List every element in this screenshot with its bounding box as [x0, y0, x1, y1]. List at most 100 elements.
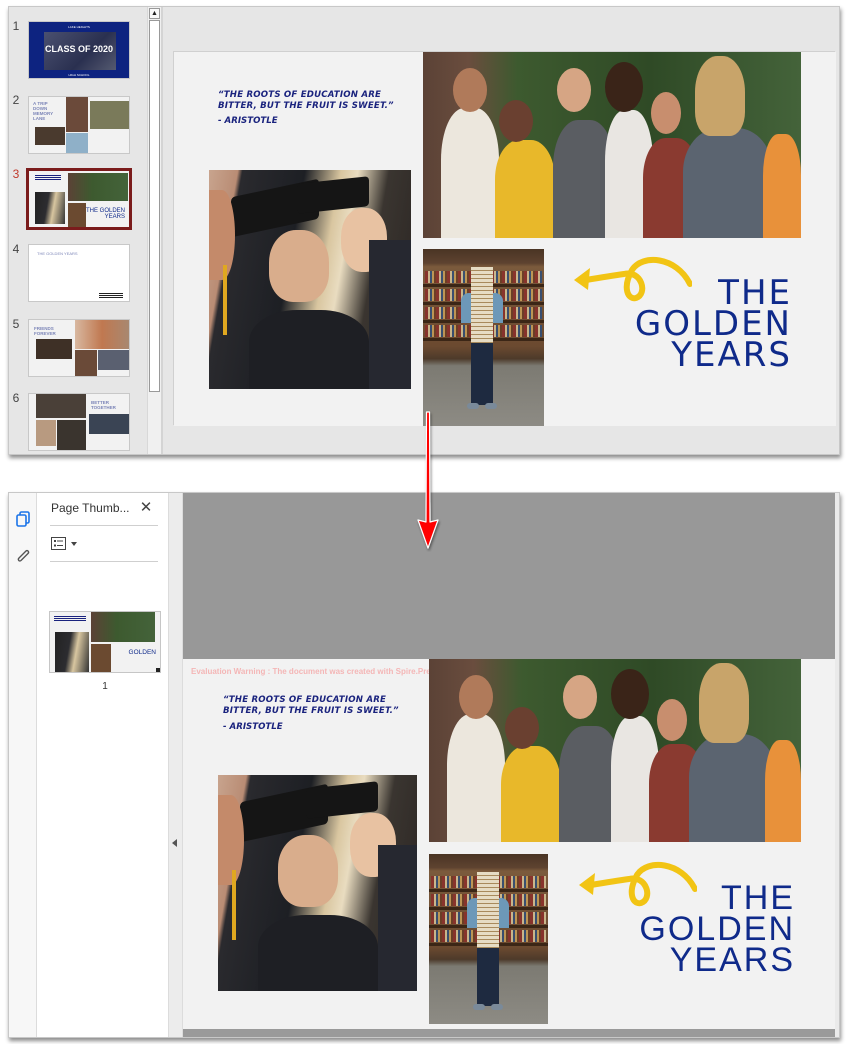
slide-number: 3 — [12, 167, 20, 181]
shoe — [491, 1004, 503, 1010]
pane-divider[interactable] — [161, 7, 163, 454]
thumb-photo — [36, 420, 56, 446]
graduates-photo — [218, 775, 417, 991]
student-head — [605, 62, 643, 112]
students-photo[interactable] — [423, 52, 801, 238]
student-head — [563, 675, 597, 719]
thumb-photo — [68, 203, 86, 227]
book-stack — [471, 267, 493, 343]
slide-thumbnail-2[interactable]: A TRIP DOWN MEMORY LANE — [28, 96, 130, 154]
thumb-photo — [91, 612, 155, 642]
face — [278, 835, 338, 907]
thumb-title: CLASS OF 2020 — [44, 44, 114, 54]
gown — [249, 310, 369, 389]
thumb-photo — [68, 173, 128, 201]
quote-line-1: “THE ROOTS OF EDUCATION ARE — [223, 695, 387, 705]
student-head — [459, 675, 493, 719]
quote-author: - ARISTOTLE — [223, 722, 283, 732]
person-jeans — [477, 948, 499, 1006]
pdf-page-1: Evaluation Warning : The document was cr… — [183, 659, 835, 1029]
slide-thumbnail-6[interactable]: BETTER TOGETHER — [28, 393, 130, 451]
thumb-corner-marker — [156, 668, 160, 672]
thumb-quote — [54, 616, 86, 621]
thumb-text — [99, 293, 123, 298]
slide-number: 6 — [12, 391, 20, 405]
thumb-photo — [57, 420, 86, 450]
quote-text: “THE ROOTS OF EDUCATION ARE BITTER, BUT … — [223, 695, 453, 717]
title-line-years: YEARS — [669, 941, 795, 979]
graduates-photo[interactable] — [209, 170, 411, 389]
page-bottom-gap — [183, 1029, 835, 1037]
slide-thumbnail-pane: 1 LAKE HEIGHTS CLASS OF 2020 HIGH SCHOOL… — [9, 7, 147, 454]
library-books-photo[interactable] — [423, 249, 544, 426]
chevron-down-icon — [71, 542, 77, 546]
student-head — [557, 68, 591, 112]
thumb-text-bottom: HIGH SCHOOL — [68, 73, 90, 77]
thumb-photo — [98, 350, 129, 370]
slide-thumbnail-1[interactable]: LAKE HEIGHTS CLASS OF 2020 HIGH SCHOOL — [28, 21, 130, 79]
slide-thumbnail-4[interactable]: THE GOLDEN YEARS — [28, 244, 130, 302]
thumb-photo — [66, 97, 88, 132]
document-view[interactable]: Evaluation Warning : The document was cr… — [183, 493, 835, 1037]
student-head — [505, 707, 539, 749]
student-head — [499, 100, 533, 142]
slide-3: “THE ROOTS OF EDUCATION ARE BITTER, BUT … — [174, 52, 836, 426]
quote-text[interactable]: “THE ROOTS OF EDUCATION ARE BITTER, BUT … — [218, 90, 448, 112]
slide-title: THE GOLDEN YEARS — [639, 881, 795, 979]
slide-thumbnail-3[interactable]: THE GOLDEN YEARS — [26, 168, 132, 230]
close-icon[interactable]: ✕ — [139, 498, 153, 516]
student-head — [611, 669, 649, 719]
student — [441, 108, 499, 238]
thumb-photo — [66, 133, 88, 153]
pdf-viewer-window: Page Thumb... ✕ GOLDEN 1 Evaluation Warn… — [8, 492, 840, 1038]
thumb-photo — [35, 127, 65, 145]
student — [501, 746, 561, 842]
slide-number: 1 — [12, 19, 20, 33]
divider — [50, 561, 158, 562]
quote-author[interactable]: - ARISTOTLE — [218, 116, 278, 126]
thumb-title: THE GOLDEN YEARS — [37, 251, 78, 256]
gown — [369, 240, 411, 389]
page-gap-background — [183, 493, 835, 659]
thumb-photo — [75, 350, 97, 376]
thumb-quote — [35, 175, 61, 181]
student — [495, 140, 555, 238]
thumb-title: GOLDEN — [128, 649, 156, 656]
divider — [50, 525, 158, 526]
pdf-page-thumbnail-1[interactable]: GOLDEN — [49, 611, 161, 673]
powerpoint-window: 1 LAKE HEIGHTS CLASS OF 2020 HIGH SCHOOL… — [8, 6, 840, 455]
scroll-up-arrow-icon[interactable]: ▲ — [149, 8, 160, 19]
thumb-photo — [55, 632, 89, 672]
scrollbar-thumb[interactable] — [149, 20, 160, 392]
thumb-photo — [89, 414, 129, 434]
slide-thumbnail-5[interactable]: FRIENDS FOREVER — [28, 319, 130, 377]
gown — [378, 845, 417, 991]
thumbnail-options-menu[interactable] — [51, 537, 81, 551]
attachments-paperclip-icon[interactable] — [14, 547, 32, 565]
slide-editor-canvas[interactable]: “THE ROOTS OF EDUCATION ARE BITTER, BUT … — [173, 51, 836, 426]
thumb-photo — [36, 394, 86, 418]
student — [683, 128, 773, 238]
page-thumbnails-icon[interactable] — [14, 510, 32, 528]
student — [765, 740, 801, 842]
vertical-scrollbar[interactable] — [835, 493, 839, 1037]
thumb-text-top: LAKE HEIGHTS — [68, 25, 90, 29]
thumbnail-scrollbar[interactable]: ▲ — [147, 7, 161, 454]
collapse-left-arrow-icon[interactable] — [172, 839, 177, 847]
quote-line-1: “THE ROOTS OF EDUCATION ARE — [218, 90, 382, 100]
thumb-photo — [91, 644, 111, 672]
face — [269, 230, 329, 302]
library-books-photo — [429, 854, 548, 1024]
tassel — [223, 265, 227, 335]
tool-rail — [9, 493, 37, 1037]
thumb-title: FRIENDS FOREVER — [34, 326, 56, 336]
student-hair — [695, 56, 745, 136]
slide-title[interactable]: THE GOLDEN YEARS — [635, 276, 792, 372]
student — [447, 714, 505, 842]
panel-title: Page Thumb... — [51, 501, 130, 515]
rendered-slide: Evaluation Warning : The document was cr… — [183, 659, 835, 1029]
student-head — [657, 699, 687, 741]
thumb-photo — [90, 101, 129, 129]
collapse-panel-handle[interactable] — [169, 493, 183, 1037]
student — [689, 734, 777, 842]
